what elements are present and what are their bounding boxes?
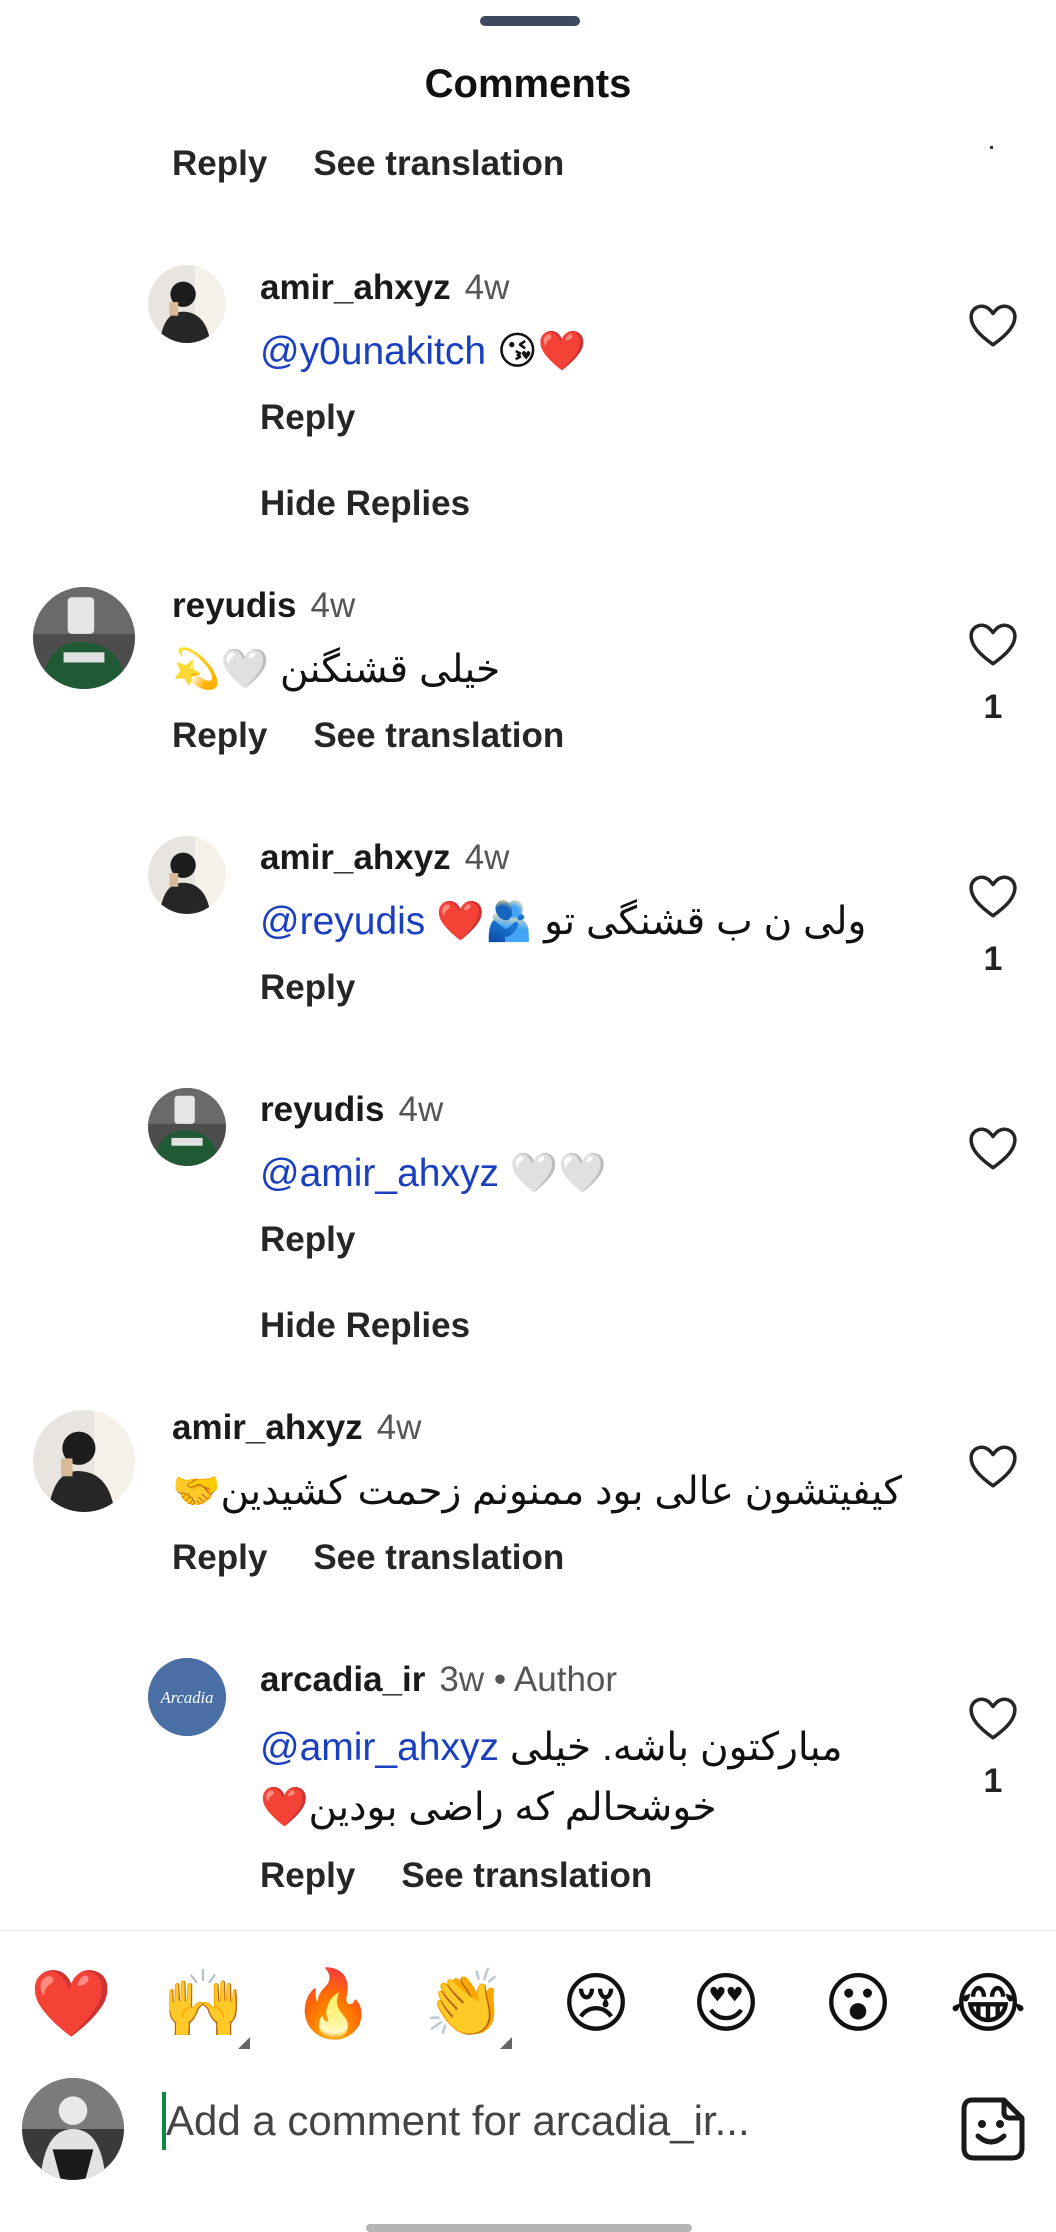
timestamp: 4w xyxy=(310,586,356,625)
comment-actions: Reply See translation xyxy=(172,716,564,756)
home-indicator[interactable] xyxy=(366,2224,692,2232)
comment-meta: reyudis 4w xyxy=(172,586,355,626)
see-translation-button[interactable]: See translation xyxy=(313,716,564,756)
comment-message: ولی ن ب قشنگی تو 🫂❤️ xyxy=(436,900,867,943)
mention-link[interactable]: @amir_ahxyz xyxy=(260,1726,499,1769)
reply-button[interactable]: Reply xyxy=(260,968,355,1008)
sheet-drag-handle[interactable] xyxy=(480,16,580,26)
comment-message: خیلی قشنگنن 🤍💫 xyxy=(172,648,501,691)
reply-button[interactable]: Reply xyxy=(260,1856,355,1896)
mention-link[interactable]: @amir_ahxyz xyxy=(260,1152,499,1195)
comment-text: خیلی قشنگنن 🤍💫 xyxy=(172,644,500,696)
comment-actions: Reply xyxy=(260,968,355,1008)
comment-text: @amir_ahxyz مبارکتون باشه. خیلی xyxy=(260,1722,842,1774)
heart-icon[interactable] xyxy=(968,1126,1018,1172)
comment-text: @reyudis ولی ن ب قشنگی تو 🫂❤️ xyxy=(260,896,866,948)
reply-button[interactable]: Reply xyxy=(172,144,267,184)
comment-message: مبارکتون باشه. خیلی xyxy=(509,1726,843,1769)
emoji-heart-eyes[interactable]: 😍 xyxy=(686,1963,766,2043)
comment-actions: Reply See translation xyxy=(260,1856,652,1896)
like-count: 1 xyxy=(983,688,1003,726)
mention-link[interactable]: @y0unakitch xyxy=(260,330,486,373)
username[interactable]: reyudis xyxy=(260,1090,385,1129)
current-user-avatar[interactable] xyxy=(22,2078,124,2180)
timestamp: 4w xyxy=(376,1408,422,1447)
hide-replies-button[interactable]: Hide Replies xyxy=(260,1306,470,1346)
heart-icon[interactable] xyxy=(968,303,1018,349)
skin-tone-indicator-icon xyxy=(238,2037,250,2049)
comment-message: کیفیتشون عالی بود ممنونم زحمت کشیدین🤝 xyxy=(172,1470,902,1513)
comment-actions: Reply xyxy=(260,398,355,438)
heart-icon[interactable] xyxy=(968,622,1018,668)
comment-composer xyxy=(0,2070,1056,2200)
heart-icon[interactable] xyxy=(968,874,1018,920)
comment-meta: amir_ahxyz 4w xyxy=(260,268,509,308)
comment-actions: Reply See translation xyxy=(172,1538,564,1578)
emoji-fire[interactable]: 🔥 xyxy=(292,1963,374,2043)
emoji-clapping[interactable]: 👏 xyxy=(424,1963,512,2049)
like-count: 1 xyxy=(983,1762,1003,1800)
username[interactable]: reyudis xyxy=(172,586,297,625)
emoji-crying[interactable]: 😢 xyxy=(556,1963,636,2043)
emoji-glyph: 🙌 xyxy=(162,1966,245,2040)
comment-emoji: 🤍🤍 xyxy=(509,1152,607,1195)
quick-emoji-bar: ❤️ 🙌 🔥 👏 😢 😍 😮 😂 xyxy=(0,1930,1056,2071)
timestamp: 4w xyxy=(464,838,510,877)
see-translation-button[interactable]: See translation xyxy=(313,1538,564,1578)
avatar-logo-text: Arcadia xyxy=(160,1688,214,1707)
emoji-laughing[interactable]: 😂 xyxy=(948,1963,1028,2043)
emoji-glyph: 👏 xyxy=(424,1966,507,2040)
username[interactable]: amir_ahxyz xyxy=(260,838,451,877)
username[interactable]: amir_ahxyz xyxy=(172,1408,363,1447)
reply-button[interactable]: Reply xyxy=(260,398,355,438)
comment-input[interactable] xyxy=(166,2088,926,2154)
timestamp: 4w xyxy=(464,268,510,307)
comment-message: خوشحالم که راضی بودین❤️ xyxy=(260,1786,717,1829)
timestamp: 4w xyxy=(398,1090,444,1129)
emoji-raising-hands[interactable]: 🙌 xyxy=(162,1963,250,2049)
reply-button[interactable]: Reply xyxy=(260,1220,355,1260)
page-title: Comments xyxy=(424,62,632,106)
comment-meta: reyudis 4w xyxy=(260,1090,443,1130)
comment-meta: amir_ahxyz 4w xyxy=(260,838,509,878)
see-translation-button[interactable]: See translation xyxy=(313,144,564,184)
comment-actions: Reply See translation xyxy=(172,144,564,184)
comment-emoji: 😘❤️ xyxy=(496,330,587,373)
username[interactable]: arcadia_ir xyxy=(260,1660,425,1699)
avatar[interactable] xyxy=(148,265,226,343)
comment-text-line-2: خوشحالم که راضی بودین❤️ xyxy=(260,1782,717,1834)
avatar[interactable] xyxy=(148,1088,226,1166)
hide-replies-button[interactable]: Hide Replies xyxy=(260,484,470,524)
heart-icon[interactable] xyxy=(968,1696,1018,1742)
timestamp: 3w xyxy=(439,1660,485,1699)
sticker-icon[interactable] xyxy=(958,2094,1028,2164)
comment-text: @y0unakitch 😘❤️ xyxy=(260,326,586,378)
avatar[interactable] xyxy=(33,1410,135,1512)
like-count: 1 xyxy=(983,940,1003,978)
heart-icon[interactable] xyxy=(968,1444,1018,1490)
skin-tone-indicator-icon xyxy=(500,2037,512,2049)
avatar[interactable] xyxy=(148,836,226,914)
comment-meta: arcadia_ir 3w • Author xyxy=(260,1660,617,1700)
comment-actions: Reply xyxy=(260,1220,355,1260)
comment-text: کیفیتشون عالی بود ممنونم زحمت کشیدین🤝 xyxy=(172,1466,902,1518)
emoji-surprised[interactable]: 😮 xyxy=(818,1963,898,2043)
emoji-red-heart[interactable]: ❤️ xyxy=(30,1963,112,2043)
comment-text: @amir_ahxyz 🤍🤍 xyxy=(260,1148,607,1200)
reply-button[interactable]: Reply xyxy=(172,716,267,756)
avatar[interactable] xyxy=(33,587,135,689)
mention-link[interactable]: @reyudis xyxy=(260,900,425,943)
avatar[interactable]: Arcadia xyxy=(148,1658,226,1736)
reply-button[interactable]: Reply xyxy=(172,1538,267,1578)
author-badge: • Author xyxy=(493,1660,618,1699)
username[interactable]: amir_ahxyz xyxy=(260,268,451,307)
comment-meta: amir_ahxyz 4w xyxy=(172,1408,421,1448)
see-translation-button[interactable]: See translation xyxy=(401,1856,652,1896)
scroll-indicator-dot xyxy=(990,146,993,149)
